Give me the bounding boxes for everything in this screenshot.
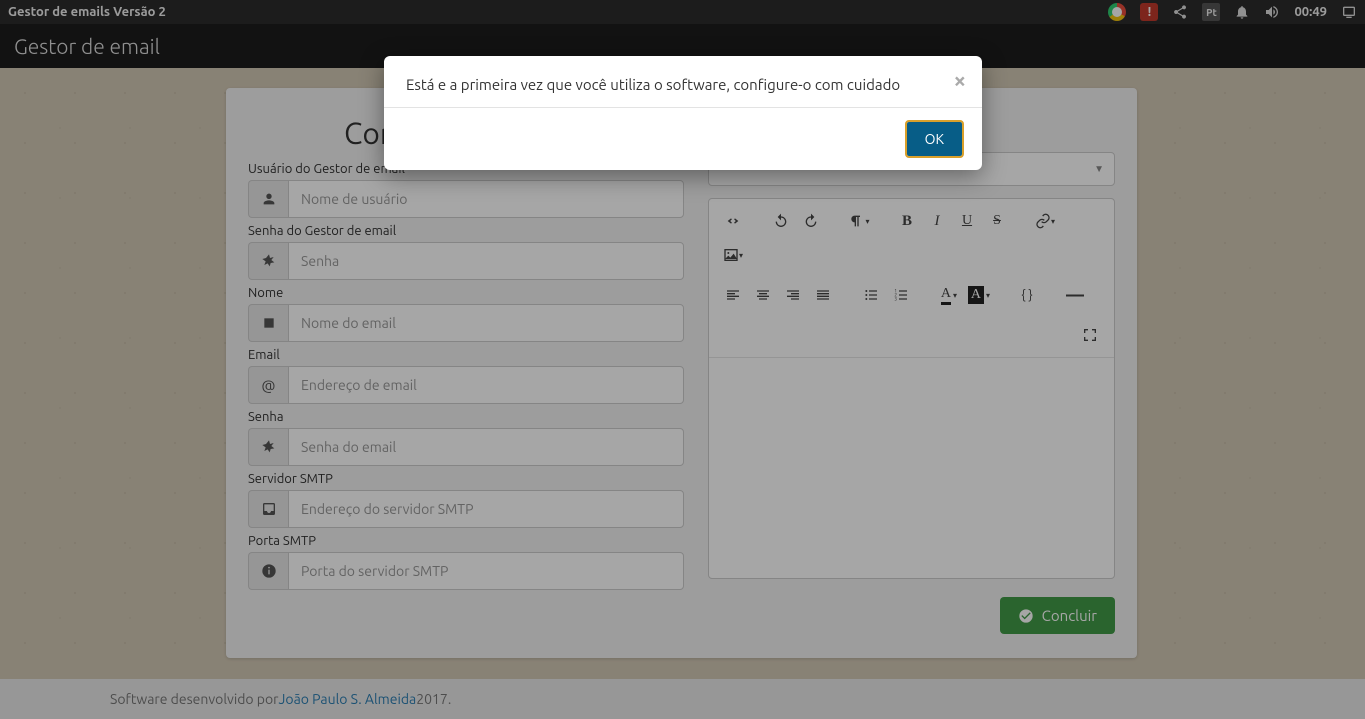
close-icon[interactable]: × [954, 70, 966, 92]
first-time-modal: × Está e a primeira vez que você utiliza… [384, 56, 982, 170]
modal-message: Está e a primeira vez que você utiliza o… [406, 76, 900, 93]
ok-button[interactable]: OK [907, 122, 962, 156]
